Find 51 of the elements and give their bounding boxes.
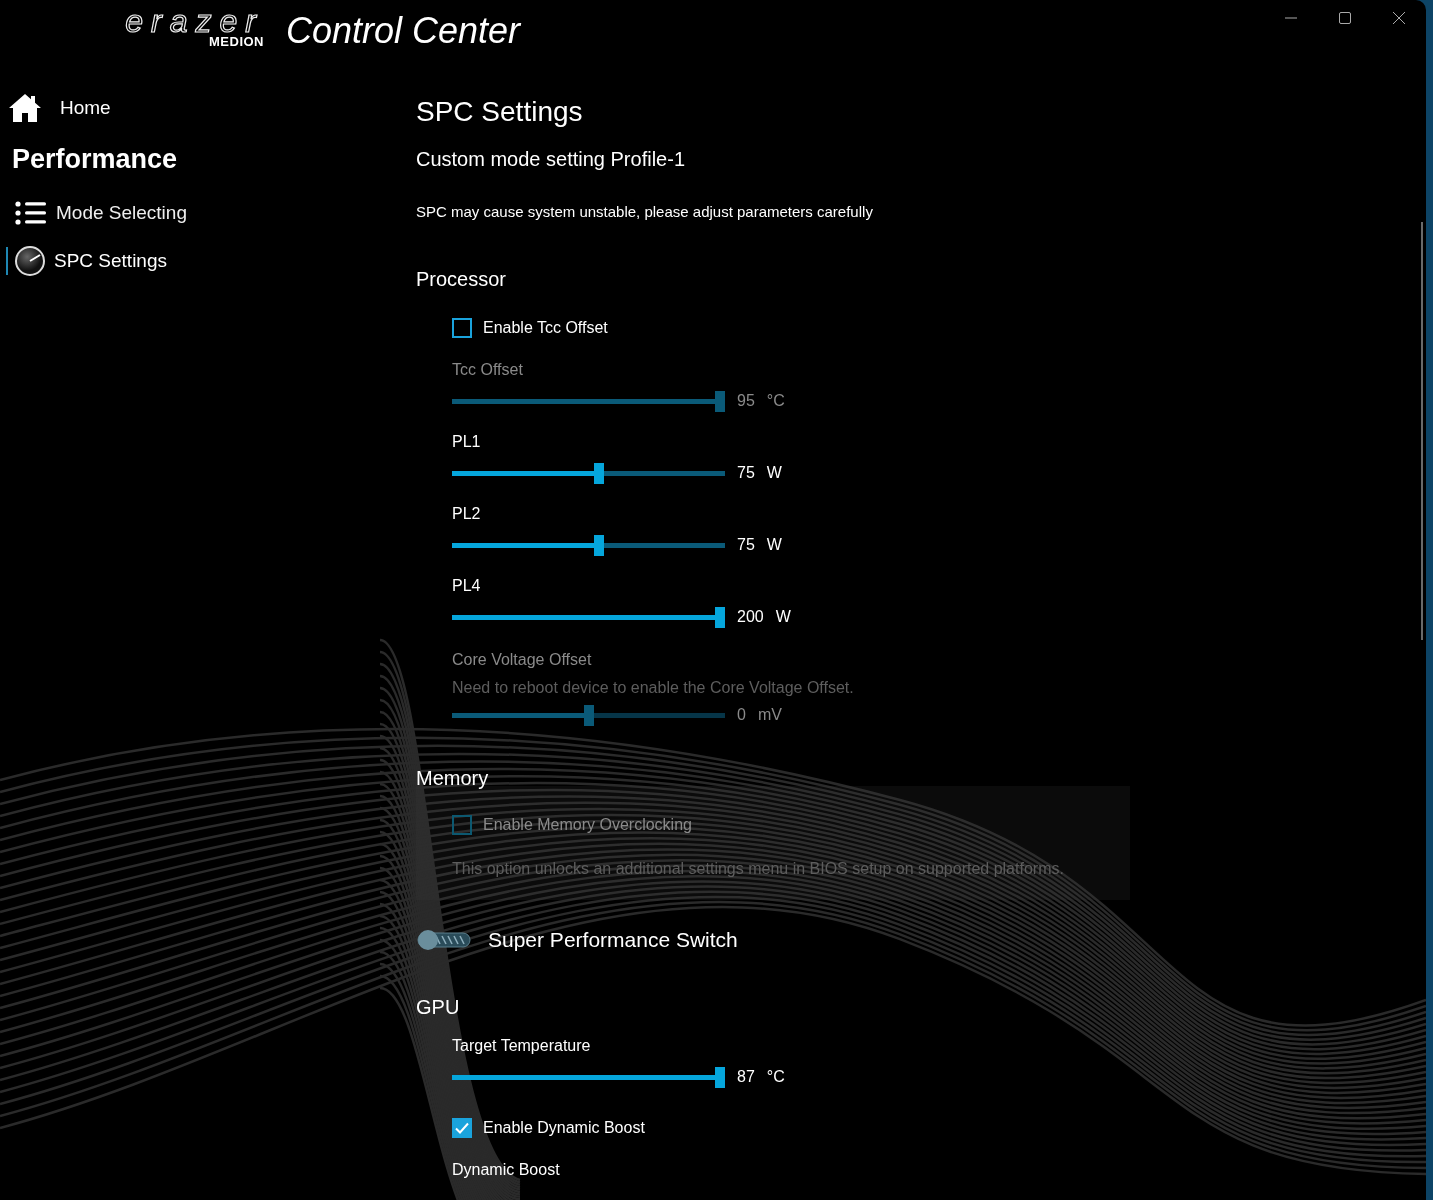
section-title: Performance (12, 144, 179, 175)
close-button[interactable] (1392, 11, 1406, 25)
slider-value: 200 (737, 608, 764, 626)
slider-value: 0 (737, 706, 746, 724)
page-title: SPC Settings (416, 96, 584, 128)
maximize-button[interactable] (1338, 11, 1352, 25)
home-nav-item[interactable]: Home (0, 88, 400, 128)
home-icon (8, 93, 42, 123)
section-heading: GPU (416, 996, 461, 1019)
checkbox[interactable] (452, 1118, 472, 1138)
slider-label: PL1 (452, 433, 482, 452)
unit-label: °C (766, 1068, 785, 1086)
unit-label: W (766, 464, 782, 482)
section-heading: Processor (416, 268, 508, 291)
checkbox-label: Enable Tcc Offset (483, 319, 608, 337)
slider-value: 75 (737, 536, 755, 554)
checkbox-label: Enable Memory Overclocking (483, 816, 692, 834)
checkbox[interactable] (452, 318, 472, 338)
slider-thumb[interactable] (715, 1066, 725, 1088)
checkbox-label: Enable Dynamic Boost (483, 1119, 645, 1137)
slider-value: 87 (737, 1068, 755, 1086)
gauge-icon (14, 245, 46, 277)
sidebar-item[interactable]: Mode Selecting (0, 189, 400, 237)
slider-thumb[interactable] (715, 606, 725, 628)
slider-value: 75 (737, 464, 755, 482)
hint-text: This option unlocks an additional settings menu in BIOS setup on supported platforms. (451, 860, 1065, 878)
slider-label: Target Temperature (452, 1037, 592, 1056)
unit-label: mV (757, 706, 782, 724)
sidebar-item[interactable]: SPC Settings (0, 237, 400, 285)
unit-label: W (775, 608, 791, 626)
hint-text: Need to reboot device to enable the Core Voltage Offset. (452, 679, 855, 697)
checkmark-icon (454, 1120, 470, 1136)
warning-text: SPC may cause system unstable, please adjust parameters carefully (416, 203, 874, 220)
switch-label: Super Performance Switch (488, 928, 738, 952)
app-title: Control Center (286, 10, 521, 52)
brand-logo: erazer MEDION (124, 13, 264, 49)
section-heading: Memory (416, 767, 490, 790)
slider-label: PL2 (452, 505, 482, 524)
slider-label: Core Voltage Offset (452, 651, 593, 670)
list-icon (14, 200, 48, 226)
page-subtitle: Custom mode setting Profile-1 (416, 148, 686, 171)
unit-label: °C (766, 392, 785, 410)
scrollbar[interactable] (1421, 222, 1423, 640)
unit-label: W (766, 536, 782, 554)
slider-value: 95 (737, 392, 755, 410)
setting-label: Dynamic Boost (451, 1161, 561, 1179)
toggle-switch[interactable] (416, 927, 472, 953)
slider-thumb[interactable] (594, 534, 604, 556)
slider-thumb[interactable] (594, 462, 604, 484)
slider-label: PL4 (452, 577, 482, 596)
slider-label: Tcc Offset (452, 361, 524, 380)
